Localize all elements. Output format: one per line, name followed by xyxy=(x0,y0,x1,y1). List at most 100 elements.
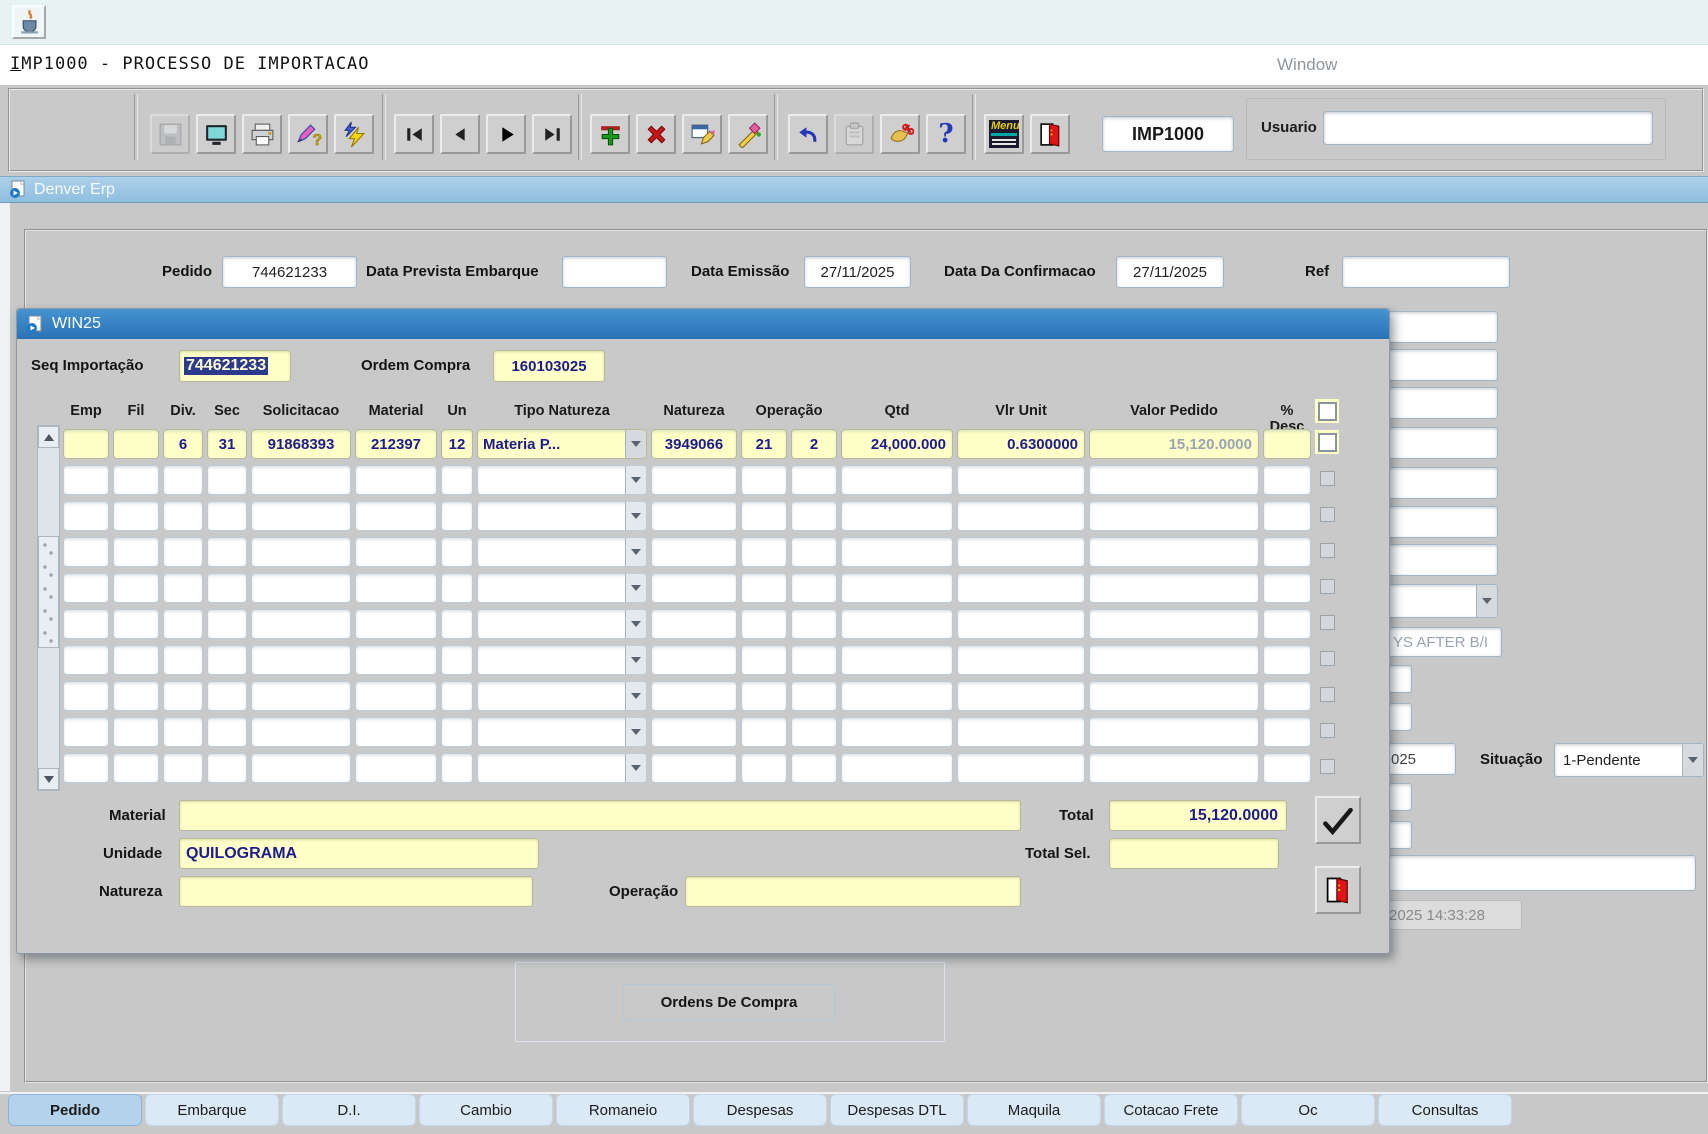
grid-cell-material[interactable]: 212397 xyxy=(355,429,437,459)
grid-cell-fil[interactable] xyxy=(113,537,159,567)
grid-cell-fil[interactable] xyxy=(113,501,159,531)
scroll-down-button[interactable] xyxy=(38,768,59,790)
grid-cell-perc_desc[interactable] xyxy=(1263,429,1311,459)
grid-cell-operacao2[interactable] xyxy=(791,681,837,711)
grid-cell-emp[interactable] xyxy=(63,537,109,567)
grid-cell-tipo_natureza[interactable] xyxy=(477,753,647,783)
grid-cell-div[interactable] xyxy=(163,645,203,675)
chevron-down-icon[interactable] xyxy=(625,538,646,566)
grid-cell-operacao2[interactable] xyxy=(791,573,837,603)
grid-cell-perc_desc[interactable] xyxy=(1263,537,1311,567)
ref-field[interactable] xyxy=(1342,256,1510,288)
grid-cell-div[interactable] xyxy=(163,537,203,567)
grid-cell-natureza[interactable] xyxy=(651,465,737,495)
grid-cell-un[interactable] xyxy=(441,609,473,639)
grid-cell-div[interactable] xyxy=(163,501,203,531)
grid-cell-vlr_unit[interactable] xyxy=(957,717,1085,747)
grid-cell-qtd[interactable] xyxy=(841,645,953,675)
grid-cell-valor_pedido[interactable] xyxy=(1089,717,1259,747)
grid-cell-valor_pedido[interactable] xyxy=(1089,501,1259,531)
data-emissao-field[interactable]: 27/11/2025 xyxy=(804,256,911,288)
grid-cell-tipo_natureza[interactable] xyxy=(477,717,647,747)
help-button[interactable]: ? xyxy=(926,114,966,154)
grid-cell-un[interactable] xyxy=(441,573,473,603)
first-record-button[interactable] xyxy=(394,114,434,154)
total-sel-field[interactable] xyxy=(1109,838,1279,869)
tab-despesas[interactable]: Despesas xyxy=(693,1094,827,1126)
grid-cell-natureza[interactable] xyxy=(651,753,737,783)
grid-cell-tipo_natureza[interactable] xyxy=(477,501,647,531)
grid-cell-natureza[interactable] xyxy=(651,537,737,567)
grid-cell-vlr_unit[interactable]: 0.6300000 xyxy=(957,429,1085,459)
grid-cell-div[interactable] xyxy=(163,465,203,495)
next-record-button[interactable] xyxy=(486,114,526,154)
tab-oc[interactable]: Oc xyxy=(1241,1094,1375,1126)
select-all-checkbox[interactable] xyxy=(1315,399,1339,423)
grid-cell-operacao1[interactable]: 21 xyxy=(741,429,787,459)
grid-cell-material[interactable] xyxy=(355,501,437,531)
grid-cell-div[interactable] xyxy=(163,573,203,603)
undo-button[interactable] xyxy=(788,114,828,154)
background-field[interactable] xyxy=(1388,467,1498,499)
grid-cell-operacao1[interactable] xyxy=(741,465,787,495)
exit-button[interactable] xyxy=(1030,114,1070,154)
grid-cell-operacao2[interactable]: 2 xyxy=(791,429,837,459)
clipboard-button[interactable] xyxy=(834,114,874,154)
grid-cell-solicitacao[interactable] xyxy=(251,681,351,711)
total-field[interactable]: 15,120.0000 xyxy=(1109,800,1287,831)
grid-cell-natureza[interactable] xyxy=(651,573,737,603)
win25-titlebar[interactable]: WIN25 xyxy=(17,309,1389,339)
grid-cell-valor_pedido[interactable] xyxy=(1089,465,1259,495)
screen-button[interactable] xyxy=(196,114,236,154)
grid-cell-un[interactable] xyxy=(441,501,473,531)
material-field[interactable] xyxy=(179,800,1021,831)
grid-cell-un[interactable] xyxy=(441,681,473,711)
scroll-up-button[interactable] xyxy=(38,426,59,448)
grid-cell-operacao2[interactable] xyxy=(791,465,837,495)
grid-cell-emp[interactable] xyxy=(63,501,109,531)
grid-cell-tipo_natureza[interactable]: Materia P... xyxy=(477,429,647,459)
chevron-down-icon[interactable] xyxy=(625,646,646,674)
grid-cell-emp[interactable] xyxy=(63,681,109,711)
ordens-de-compra-button[interactable]: Ordens De Compra xyxy=(623,984,835,1021)
grid-cell-tipo_natureza[interactable] xyxy=(477,465,647,495)
tab-d-i-[interactable]: D.I. xyxy=(282,1094,416,1126)
field-fragment[interactable] xyxy=(1388,783,1412,811)
grid-cell-un[interactable]: 12 xyxy=(441,429,473,459)
grid-cell-div[interactable] xyxy=(163,753,203,783)
grid-cell-valor_pedido[interactable] xyxy=(1089,753,1259,783)
grid-cell-natureza[interactable] xyxy=(651,609,737,639)
grid-cell-valor_pedido[interactable] xyxy=(1089,609,1259,639)
grid-cell-solicitacao[interactable] xyxy=(251,609,351,639)
grid-cell-perc_desc[interactable] xyxy=(1263,501,1311,531)
grid-cell-emp[interactable] xyxy=(63,573,109,603)
situacao-combobox[interactable]: 1-Pendente xyxy=(1554,743,1704,777)
background-field[interactable] xyxy=(1388,544,1498,576)
unidade-field[interactable]: QUILOGRAMA xyxy=(179,838,539,869)
ordem-compra-field[interactable]: 160103025 xyxy=(493,350,605,382)
grid-cell-emp[interactable] xyxy=(63,465,109,495)
grid-cell-emp[interactable] xyxy=(63,429,109,459)
grid-cell-fil[interactable] xyxy=(113,609,159,639)
grid-cell-sec[interactable] xyxy=(207,501,247,531)
grid-cell-solicitacao[interactable] xyxy=(251,753,351,783)
grid-cell-un[interactable] xyxy=(441,465,473,495)
grid-cell-material[interactable] xyxy=(355,645,437,675)
tab-maquila[interactable]: Maquila xyxy=(967,1094,1101,1126)
background-field[interactable] xyxy=(1388,387,1498,419)
field-fragment[interactable] xyxy=(1388,821,1412,849)
pedido-field[interactable]: 744621233 xyxy=(222,256,357,288)
grid-cell-operacao2[interactable] xyxy=(791,753,837,783)
chevron-down-icon[interactable] xyxy=(625,610,646,638)
grid-cell-vlr_unit[interactable] xyxy=(957,609,1085,639)
tab-embarque[interactable]: Embarque xyxy=(145,1094,279,1126)
chevron-down-icon[interactable] xyxy=(1682,744,1703,776)
grid-cell-perc_desc[interactable] xyxy=(1263,609,1311,639)
natureza-footer-field[interactable] xyxy=(179,876,533,907)
tab-romaneio[interactable]: Romaneio xyxy=(556,1094,690,1126)
grid-cell-solicitacao[interactable] xyxy=(251,501,351,531)
chevron-down-icon[interactable] xyxy=(625,718,646,746)
grid-cell-perc_desc[interactable] xyxy=(1263,465,1311,495)
grid-cell-tipo_natureza[interactable] xyxy=(477,645,647,675)
grid-cell-valor_pedido[interactable] xyxy=(1089,573,1259,603)
